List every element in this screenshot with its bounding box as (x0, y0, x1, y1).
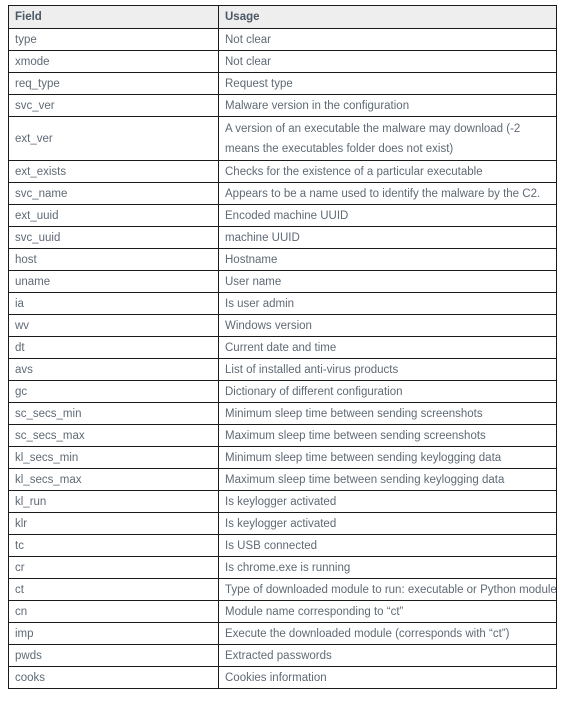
field-name-cell: cooks (8, 666, 219, 689)
field-name-cell: xmode (8, 50, 219, 73)
table-row: wv Windows version (8, 314, 557, 337)
table-row: ext_ver A version of an executable the ma… (8, 116, 557, 161)
field-name-cell: svc_ver (8, 94, 219, 117)
document-page: Field Usage type Not clear xmode Not clear r… (0, 0, 579, 706)
field-name-cell: tc (8, 534, 219, 557)
field-usage-cell: Checks for the existence of a particular… (218, 160, 557, 183)
field-usage-cell: Is USB connected (218, 534, 557, 557)
field-name-cell: gc (8, 380, 219, 403)
field-usage-cell: Maximum sleep time between sending keylo… (218, 468, 557, 491)
field-usage-cell: machine UUID (218, 226, 557, 249)
field-name-cell: kl_secs_max (8, 468, 219, 491)
table-row: ext_exists Checks for the existence of a … (8, 160, 557, 183)
table-row: ct Type of downloaded module to run: exec… (8, 578, 557, 601)
table-row: avs List of installed anti-virus products (8, 358, 557, 381)
column-header-usage: Usage (218, 5, 557, 29)
field-name-cell: svc_name (8, 182, 219, 205)
field-usage-cell: Windows version (218, 314, 557, 337)
field-usage-cell: A version of an executable the malware m… (218, 116, 557, 161)
table-row: req_type Request type (8, 72, 557, 95)
table-row: kl_run Is keylogger activated (8, 490, 557, 513)
field-name-cell: klr (8, 512, 219, 535)
table-row: svc_ver Malware version in the configurat… (8, 94, 557, 117)
field-name-cell: type (8, 28, 219, 51)
field-usage-cell: Module name corresponding to “ct” (218, 600, 557, 623)
field-name-cell: avs (8, 358, 219, 381)
field-usage-cell: Current date and time (218, 336, 557, 359)
field-usage-cell: List of installed anti-virus products (218, 358, 557, 381)
table-row: svc_name Appears to be a name used to ide… (8, 182, 557, 205)
table-row: pwds Extracted passwords (8, 644, 557, 667)
table-row: cn Module name corresponding to “ct” (8, 600, 557, 623)
field-usage-cell: Maximum sleep time between sending scree… (218, 424, 557, 447)
table-row: imp Execute the downloaded module (corres… (8, 622, 557, 645)
field-usage-cell: Is keylogger activated (218, 490, 557, 513)
field-name-cell: dt (8, 336, 219, 359)
field-name-cell: kl_run (8, 490, 219, 513)
field-usage-cell: Appears to be a name used to identify th… (218, 182, 557, 205)
field-usage-cell: Is chrome.exe is running (218, 556, 557, 579)
table-row: sc_secs_min Minimum sleep time between se… (8, 402, 557, 425)
table-row: kl_secs_max Maximum sleep time between se… (8, 468, 557, 491)
table-header: Field Usage (8, 5, 557, 29)
field-usage-cell: Minimum sleep time between sending scree… (218, 402, 557, 425)
field-name-cell: imp (8, 622, 219, 645)
table-row: kl_secs_min Minimum sleep time between se… (8, 446, 557, 469)
field-name-cell: kl_secs_min (8, 446, 219, 469)
field-usage-cell: Type of downloaded module to run: execut… (218, 578, 557, 601)
field-usage-table-container: Field Usage type Not clear xmode Not clear r… (8, 5, 557, 689)
field-name-cell: sc_secs_min (8, 402, 219, 425)
field-name-cell: pwds (8, 644, 219, 667)
field-name-cell: ext_exists (8, 160, 219, 183)
field-name-cell: ct (8, 578, 219, 601)
field-usage-cell: Extracted passwords (218, 644, 557, 667)
table-row: cooks Cookies information (8, 666, 557, 689)
field-usage-cell: Execute the downloaded module (correspon… (218, 622, 557, 645)
field-name-cell: ext_uuid (8, 204, 219, 227)
table-row: ia Is user admin (8, 292, 557, 315)
field-name-cell: ext_ver (8, 116, 219, 161)
field-usage-cell: Hostname (218, 248, 557, 271)
table-row: gc Dictionary of different configuration (8, 380, 557, 403)
table-row: host Hostname (8, 248, 557, 271)
field-name-cell: ia (8, 292, 219, 315)
field-name-cell: svc_uuid (8, 226, 219, 249)
table-row: ext_uuid Encoded machine UUID (8, 204, 557, 227)
table-header-row: Field Usage (8, 5, 557, 29)
table-row: uname User name (8, 270, 557, 293)
field-name-cell: sc_secs_max (8, 424, 219, 447)
field-usage-cell: Is user admin (218, 292, 557, 315)
table-row: cr Is chrome.exe is running (8, 556, 557, 579)
field-usage-cell: Not clear (218, 50, 557, 73)
field-name-cell: wv (8, 314, 219, 337)
field-usage-cell: Cookies information (218, 666, 557, 689)
field-name-cell: uname (8, 270, 219, 293)
field-usage-table: Field Usage type Not clear xmode Not clear r… (8, 5, 557, 689)
table-row: sc_secs_max Maximum sleep time between se… (8, 424, 557, 447)
field-name-cell: cn (8, 600, 219, 623)
table-row: xmode Not clear (8, 50, 557, 73)
field-usage-cell: Dictionary of different configuration (218, 380, 557, 403)
field-usage-cell: User name (218, 270, 557, 293)
field-name-cell: host (8, 248, 219, 271)
table-row: dt Current date and time (8, 336, 557, 359)
table-row: tc Is USB connected (8, 534, 557, 557)
field-usage-cell: Is keylogger activated (218, 512, 557, 535)
field-name-cell: req_type (8, 72, 219, 95)
field-name-cell: cr (8, 556, 219, 579)
field-usage-cell: Not clear (218, 28, 557, 51)
field-usage-cell: Malware version in the configuration (218, 94, 557, 117)
field-usage-cell: Request type (218, 72, 557, 95)
field-usage-cell: Minimum sleep time between sending keylo… (218, 446, 557, 469)
table-row: type Not clear (8, 28, 557, 51)
column-header-field: Field (8, 5, 219, 29)
table-row: klr Is keylogger activated (8, 512, 557, 535)
field-usage-cell: Encoded machine UUID (218, 204, 557, 227)
table-row: svc_uuid machine UUID (8, 226, 557, 249)
table-body: type Not clear xmode Not clear req_type Reque… (8, 28, 557, 689)
